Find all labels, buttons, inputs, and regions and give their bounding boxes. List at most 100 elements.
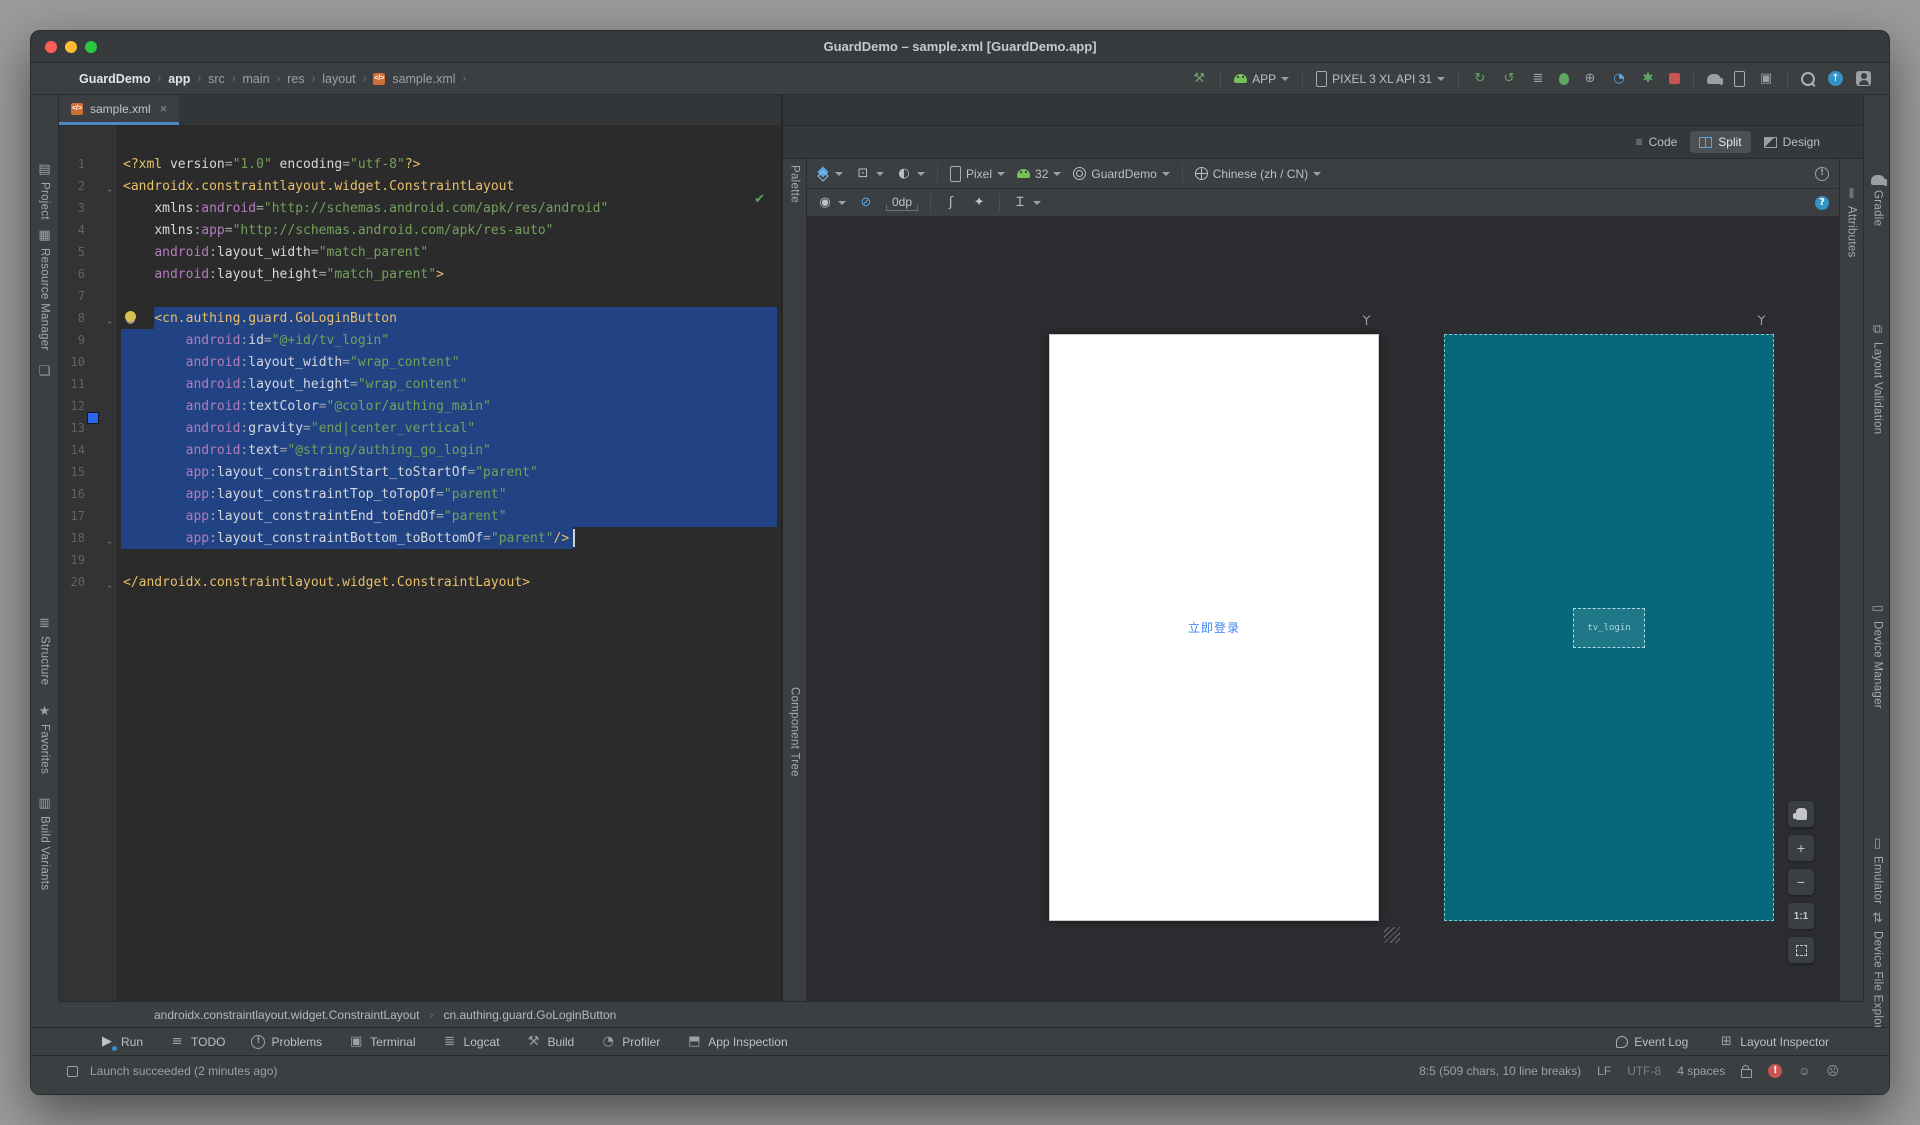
code-line[interactable]: 9 android:id="@+id/tv_login" (59, 329, 781, 351)
attach-debugger-button[interactable]: ⊕ (1582, 71, 1598, 87)
line-ending-indicator[interactable]: LF (1597, 1064, 1611, 1078)
palette-tab[interactable]: Palette (783, 165, 806, 203)
tool-window-button-event-log[interactable]: Event Log (1616, 1035, 1688, 1049)
code-line[interactable]: 6 android:layout_height="match_parent"> (59, 263, 781, 285)
apply-code-changes-button[interactable]: ≣ (1530, 71, 1546, 87)
stop-button[interactable] (1669, 73, 1680, 84)
theme-control[interactable]: ◐ (896, 166, 925, 182)
component-tree-tab[interactable]: Component Tree (783, 687, 806, 777)
tab-sample-xml[interactable]: </> sample.xml × (59, 95, 179, 125)
code-line[interactable]: 2ˇ<androidx.constraintlayout.widget.Cons… (59, 175, 781, 197)
avatar-button[interactable] (1856, 71, 1871, 86)
stripe-item-layers-stack-icon[interactable]: ❏ (31, 363, 58, 379)
breadcrumb-item[interactable]: main (242, 72, 269, 86)
inspection-ok-icon[interactable]: ✔ (754, 192, 765, 207)
code-line[interactable]: 14 android:text="@string/authing_go_logi… (59, 439, 781, 461)
tool-window-button-todo[interactable]: ≡TODO (169, 1034, 225, 1050)
android-head-button[interactable]: APP (1234, 72, 1289, 86)
infer-constraints-control[interactable]: ✦ (971, 195, 987, 211)
login-button-text[interactable]: 立即登录 (1188, 619, 1240, 636)
stripe-item-project[interactable]: ▤Project (31, 161, 58, 220)
code-line[interactable]: 7 (59, 285, 781, 307)
code-line[interactable]: 5 android:layout_width="match_parent" (59, 241, 781, 263)
zoom-window-button[interactable] (85, 41, 97, 53)
xml-breadcrumb-item[interactable]: cn.authing.guard.GoLoginButton (444, 1008, 617, 1022)
indent-indicator[interactable]: 4 spaces (1677, 1064, 1725, 1078)
layers-control[interactable] (817, 167, 843, 180)
breadcrumb-item[interactable]: src (208, 72, 225, 86)
tool-window-button-terminal[interactable]: ▣Terminal (348, 1034, 415, 1050)
code-line[interactable]: 17 app:layout_constraintEnd_toEndOf="par… (59, 505, 781, 527)
design-surface-phone[interactable]: 立即登录 (1049, 334, 1379, 921)
search-button[interactable] (1801, 72, 1815, 86)
code-line[interactable]: 15 app:layout_constraintStart_toStartOf=… (59, 461, 781, 483)
xml-breadcrumb-item[interactable]: androidx.constraintlayout.widget.Constra… (154, 1008, 420, 1022)
pan-hand-button[interactable] (1788, 801, 1814, 827)
breadcrumb-item[interactable]: app (168, 72, 190, 86)
breadcrumb-item[interactable]: layout (322, 72, 355, 86)
tool-window-button-run[interactable]: ▶Run (99, 1034, 143, 1050)
code-line[interactable]: 1<?xml version="1.0" encoding="utf-8"?> (59, 153, 781, 175)
profiler-button[interactable]: ◔ (1611, 71, 1627, 87)
attributes-tab[interactable]: ⫼ Attributes (1840, 187, 1863, 258)
tool-window-button-build[interactable]: ⚒Build (526, 1034, 575, 1050)
stripe-item-layout-validation[interactable]: ⧉Layout Validation (1864, 321, 1890, 434)
orientation-control[interactable]: ⊡ (855, 166, 884, 182)
color-preview-swatch[interactable] (87, 412, 99, 424)
clear-constraints-control[interactable]: ʃ (943, 195, 959, 211)
breadcrumb-item[interactable]: sample.xml (392, 72, 455, 86)
stripe-item-gradle[interactable]: Gradle (1864, 175, 1890, 226)
update-button[interactable]: ↑ (1828, 71, 1843, 86)
margin-control[interactable]: 0dp (886, 195, 918, 211)
feedback-smile-icon[interactable]: ☺ (1798, 1064, 1810, 1078)
code-line[interactable]: 13 android:gravity="end|center_vertical" (59, 417, 781, 439)
stripe-item-resource-manager[interactable]: ▦Resource Manager (31, 227, 58, 351)
mode-design-button[interactable]: Design (1755, 131, 1829, 153)
code-line[interactable]: 18ˆ app:layout_constraintBottom_toBottom… (59, 527, 781, 549)
stripe-item-build-variants[interactable]: ▥Build Variants (31, 795, 58, 890)
device-resize-handle[interactable] (1384, 927, 1400, 943)
app-quality-button[interactable]: ✱ (1640, 71, 1656, 87)
gradle-sync-button[interactable] (1707, 74, 1721, 84)
tool-window-button-app-inspection[interactable]: ⬒App Inspection (686, 1034, 787, 1050)
locale-globe-control[interactable]: Chinese (zh / CN) (1195, 167, 1321, 181)
blueprint-login-widget[interactable]: tv_login (1573, 608, 1645, 648)
tool-window-toggle-icon[interactable] (67, 1066, 78, 1077)
stripe-item-emulator[interactable]: ▯Emulator (1864, 835, 1890, 904)
help-control[interactable]: ? (1815, 196, 1829, 210)
lock-icon[interactable] (1741, 1069, 1752, 1078)
stripe-item-structure[interactable]: ≣Structure (31, 615, 58, 685)
mode-split-button[interactable]: Split (1690, 131, 1750, 153)
tool-window-button-logcat[interactable]: ≣Logcat (442, 1034, 500, 1050)
mode-code-button[interactable]: ≡Code (1627, 131, 1687, 153)
device-mirror-button[interactable] (1734, 71, 1745, 87)
zoom-in-button[interactable]: + (1788, 835, 1814, 861)
blueprint-surface-phone[interactable]: tv_login (1444, 334, 1774, 921)
android-api-control[interactable]: 32 (1017, 167, 1061, 181)
zoom-to-fit-button[interactable] (1788, 937, 1814, 963)
tool-window-button-problems[interactable]: !Problems (251, 1035, 322, 1049)
minimize-window-button[interactable] (65, 41, 77, 53)
fold-marker-icon[interactable]: ˆ (106, 584, 113, 597)
breadcrumb-item[interactable]: GuardDemo (79, 72, 151, 86)
stripe-item-favorites[interactable]: ★Favorites (31, 703, 58, 774)
close-window-button[interactable] (45, 41, 57, 53)
code-editor[interactable]: 1<?xml version="1.0" encoding="utf-8"?>2… (59, 126, 781, 1001)
fold-marker-icon[interactable]: ˆ (106, 540, 113, 553)
debug-button[interactable] (1559, 73, 1569, 85)
design-canvas[interactable]: 立即登录 tv_login (807, 217, 1839, 1001)
hammer-button[interactable]: ⚒ (1191, 71, 1207, 87)
code-line[interactable]: 11 android:layout_height="wrap_content" (59, 373, 781, 395)
breadcrumb-item[interactable]: res (287, 72, 304, 86)
code-line[interactable]: 16 app:layout_constraintTop_toTopOf="par… (59, 483, 781, 505)
magnet-off-control[interactable]: ⊘ (858, 195, 874, 211)
zoom-out-button[interactable]: − (1788, 869, 1814, 895)
target-theme-control[interactable]: GuardDemo (1073, 167, 1169, 181)
intention-bulb-icon[interactable] (125, 311, 136, 322)
tab-close-icon[interactable]: × (160, 101, 168, 116)
tool-window-button-profiler[interactable]: ◔Profiler (600, 1034, 660, 1050)
feedback-frown-icon[interactable]: ☹ (1826, 1064, 1839, 1078)
code-line[interactable]: 4 xmlns:app="http://schemas.android.com/… (59, 219, 781, 241)
fold-marker-icon[interactable]: ˇ (106, 188, 113, 201)
code-line[interactable]: 10 android:layout_width="wrap_content" (59, 351, 781, 373)
